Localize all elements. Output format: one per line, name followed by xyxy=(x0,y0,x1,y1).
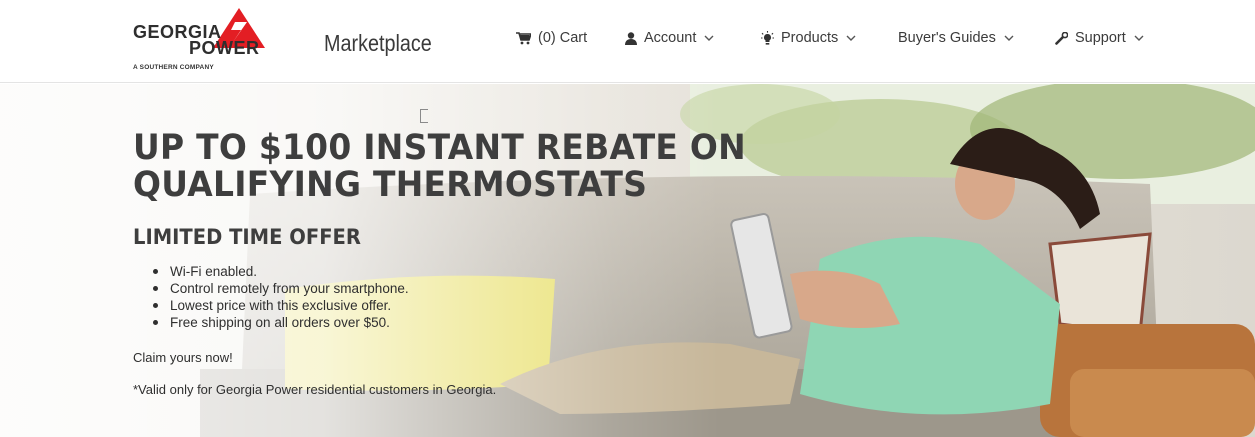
offer-disclaimer: *Valid only for Georgia Power residentia… xyxy=(133,382,497,397)
hero-headline: UP TO $100 INSTANT REBATE ON QUALIFYING … xyxy=(133,130,746,204)
chevron-down-icon xyxy=(704,35,714,41)
nav-products-label: Products xyxy=(781,30,839,46)
nav-cart[interactable]: (0) Cart xyxy=(516,28,587,48)
wrench-icon xyxy=(1055,31,1068,45)
chevron-down-icon xyxy=(846,35,856,41)
marketplace-title[interactable]: Marketplace xyxy=(324,30,432,57)
feature-item-free-shipping: Free shipping on all orders over $50. xyxy=(153,314,409,331)
nav-products[interactable]: Products xyxy=(761,28,856,48)
nav-account-label: Account xyxy=(644,30,697,46)
text-cursor-icon xyxy=(420,109,428,123)
feature-item-lowest-price: Lowest price with this exclusive offer. xyxy=(153,297,409,314)
nav-support-label: Support xyxy=(1075,30,1126,46)
nav-buyers-guides[interactable]: Buyer's Guides xyxy=(898,28,1014,48)
nav-buyers-guides-label: Buyer's Guides xyxy=(898,30,996,46)
chevron-down-icon xyxy=(1134,35,1144,41)
lightbulb-icon xyxy=(761,30,774,46)
georgia-power-logo[interactable]: GEORGIA POWER A SOUTHERN COMPANY xyxy=(133,8,268,74)
site-header: GEORGIA POWER A SOUTHERN COMPANY Marketp… xyxy=(0,0,1255,83)
cart-icon xyxy=(516,31,531,45)
chevron-down-icon xyxy=(1004,35,1014,41)
nav-support[interactable]: Support xyxy=(1055,28,1144,48)
logo-tagline: A SOUTHERN COMPANY xyxy=(133,64,214,71)
claim-offer-text: Claim yours now! xyxy=(133,350,233,365)
logo-word-power: POWER xyxy=(189,38,260,58)
feature-item-wifi: Wi-Fi enabled. xyxy=(153,263,409,280)
nav-cart-label: (0) Cart xyxy=(538,30,588,46)
hero-headline-line-1: UP TO $100 INSTANT REBATE ON xyxy=(133,128,746,168)
user-icon xyxy=(625,31,637,45)
hero-headline-line-2: QUALIFYING THERMOSTATS xyxy=(133,165,648,205)
feature-list: Wi-Fi enabled. Control remotely from you… xyxy=(153,263,409,331)
feature-item-remote-control: Control remotely from your smartphone. xyxy=(153,280,409,297)
hero-subheading: LIMITED TIME OFFER xyxy=(133,225,361,249)
nav-account[interactable]: Account xyxy=(625,28,714,48)
